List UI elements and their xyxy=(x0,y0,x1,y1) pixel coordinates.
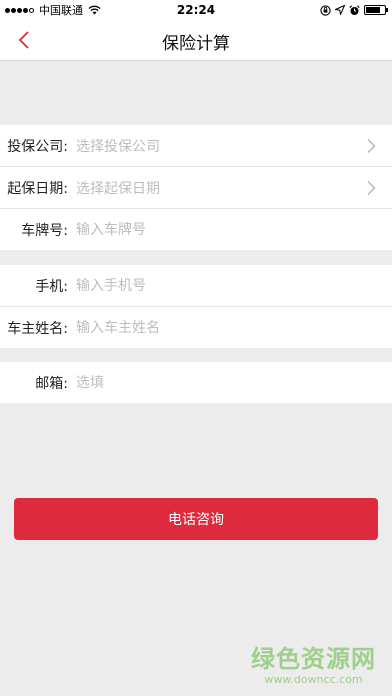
email-group: 邮箱: xyxy=(0,362,392,403)
insurance-info-group: 投保公司: 选择投保公司 起保日期: 选择起保日期 车牌号: xyxy=(0,125,392,250)
battery-icon xyxy=(364,5,388,15)
orientation-lock-icon xyxy=(320,4,331,16)
owner-name-row: 车主姓名: xyxy=(0,307,392,348)
owner-name-input[interactable] xyxy=(76,319,392,336)
insurer-row[interactable]: 投保公司: 选择投保公司 xyxy=(0,125,392,167)
start-date-label: 起保日期: xyxy=(7,180,68,197)
status-right xyxy=(316,4,388,16)
plate-number-input[interactable] xyxy=(76,221,392,238)
watermark-title: 绿色资源网 xyxy=(251,645,376,673)
phone-consult-button[interactable]: 电话咨询 xyxy=(14,498,378,540)
status-bar: 中国联通 22:24 xyxy=(0,0,392,20)
start-date-select[interactable]: 选择起保日期 xyxy=(76,178,392,198)
email-row: 邮箱: xyxy=(0,362,392,403)
contact-info-group: 手机: 车主姓名: xyxy=(0,265,392,348)
page-title: 保险计算 xyxy=(162,34,230,54)
phone-row: 手机: xyxy=(0,265,392,307)
start-date-row[interactable]: 起保日期: 选择起保日期 xyxy=(0,167,392,209)
insurer-label: 投保公司: xyxy=(7,138,68,155)
location-icon xyxy=(335,5,345,15)
alarm-icon xyxy=(349,4,360,15)
email-label: 邮箱: xyxy=(35,375,68,392)
email-input[interactable] xyxy=(76,374,392,391)
navigation-bar: 保险计算 xyxy=(0,20,392,61)
battery-level xyxy=(366,7,381,13)
owner-name-label: 车主姓名: xyxy=(7,320,68,337)
phone-input[interactable] xyxy=(76,277,392,294)
watermark: 绿色资源网 www.downcc.com xyxy=(251,645,376,686)
chevron-right-icon xyxy=(367,139,376,153)
insurer-select[interactable]: 选择投保公司 xyxy=(76,136,392,156)
watermark-url: www.downcc.com xyxy=(264,673,363,686)
plate-number-label: 车牌号: xyxy=(21,222,68,239)
phone-label: 手机: xyxy=(35,278,68,295)
chevron-right-icon xyxy=(367,181,376,195)
plate-number-row: 车牌号: xyxy=(0,209,392,250)
